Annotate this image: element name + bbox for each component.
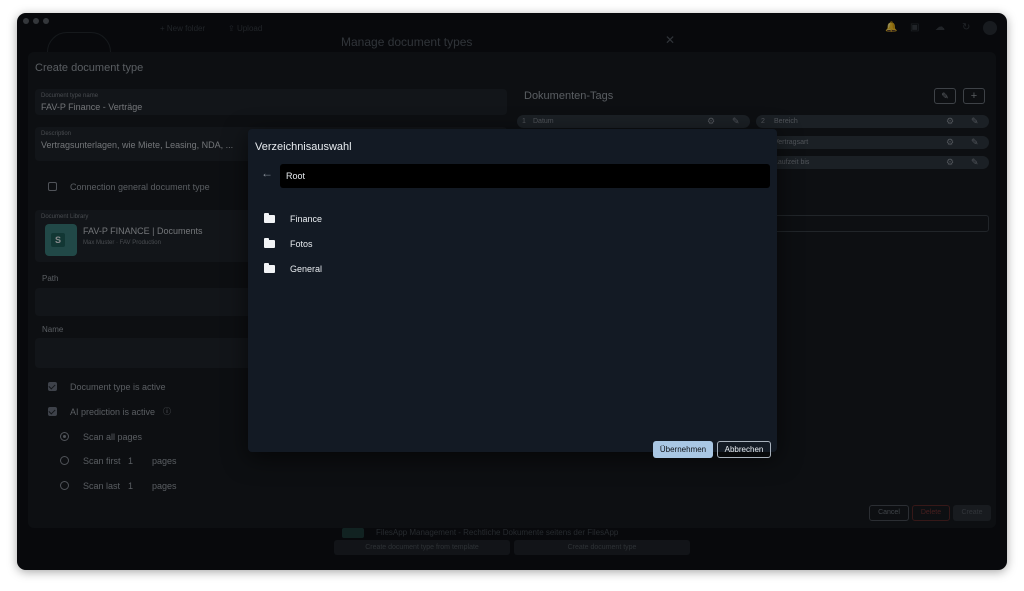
folder-icon — [264, 238, 275, 248]
path-display[interactable]: Root — [280, 164, 770, 188]
folder-icon — [264, 263, 275, 273]
app-window: + New folder ⇪ Upload 🔔 ▣ ☁ ↻ Manage doc… — [17, 13, 1007, 570]
folder-item-fotos[interactable]: Fotos — [248, 232, 777, 256]
dialog-title: Verzeichnisauswahl — [255, 141, 352, 153]
folder-item-general[interactable]: General — [248, 257, 777, 281]
back-arrow-icon[interactable]: ← — [261, 166, 273, 180]
path-text: Root — [286, 171, 306, 181]
directory-dialog: Verzeichnisauswahl ← Root Finance Fotos … — [248, 129, 777, 458]
folder-icon — [264, 213, 275, 223]
abort-button[interactable]: Abbrechen — [717, 441, 771, 458]
folder-item-finance[interactable]: Finance — [248, 207, 777, 231]
apply-button[interactable]: Übernehmen — [653, 441, 713, 458]
